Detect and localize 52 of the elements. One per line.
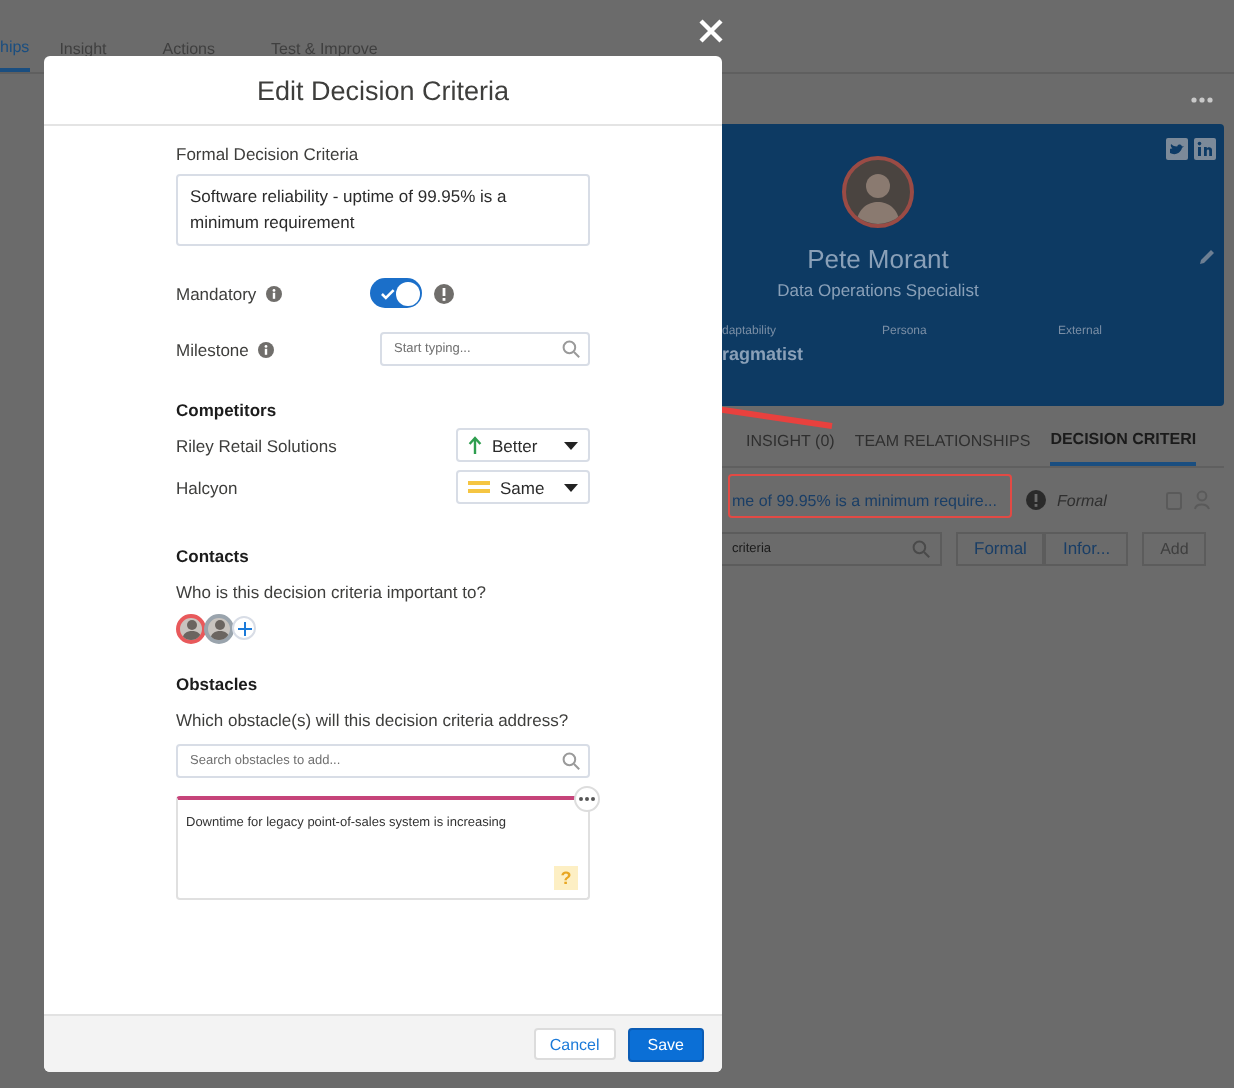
search-icon (912, 539, 930, 557)
avatar[interactable] (176, 614, 206, 644)
criteria-link[interactable]: me of 99.95% is a minimum require... (732, 491, 997, 509)
criteria-type: Formal (1057, 491, 1107, 509)
caret-icon (564, 483, 578, 491)
more-icon[interactable] (1190, 95, 1214, 103)
competitor-name: Halcyon (176, 477, 238, 497)
info-icon[interactable] (266, 285, 283, 301)
bird-icon[interactable] (1166, 138, 1188, 160)
search-icon (562, 340, 580, 358)
cancel-button[interactable]: Cancel (533, 1028, 616, 1060)
equals-icon (468, 480, 490, 494)
section-heading: Obstacles (176, 674, 258, 694)
field-label: Mandatory (176, 283, 257, 303)
field-value: ragmatist (722, 344, 806, 364)
rating-dropdown[interactable]: Same (456, 470, 590, 504)
nav-tab[interactable]: hips (0, 25, 30, 71)
add-contact-button[interactable] (232, 616, 256, 640)
section-heading: Contacts (176, 546, 249, 566)
profile-name: Pete Morant (807, 244, 949, 274)
more-button[interactable] (574, 786, 600, 812)
competitor-name: Riley Retail Solutions (176, 435, 337, 455)
section-heading: Competitors (176, 400, 277, 420)
criteria-textarea[interactable]: Software reliability - uptime of 99.95% is a minimum requirement (176, 174, 590, 246)
question-text: Which obstacle(s) will this decision criteria address? (176, 710, 569, 730)
save-button[interactable]: Save (627, 1027, 704, 1061)
check-icon (380, 287, 396, 299)
filter-button[interactable]: Formal (956, 531, 1045, 565)
warning-icon (434, 283, 455, 303)
search-icon (562, 752, 580, 770)
field-label: Milestone (176, 339, 249, 359)
detail-tab[interactable]: TEAM RELATIONSHIPS (854, 418, 1031, 464)
up-arrow-icon (468, 436, 482, 454)
question-badge: ? (554, 866, 578, 890)
field-label: Formal Decision Criteria (176, 144, 359, 164)
toggle-switch[interactable] (370, 278, 423, 308)
question-text: Who is this decision criteria important to? (176, 582, 486, 602)
filter-button[interactable]: Infor... (1044, 531, 1129, 565)
caret-icon (564, 441, 578, 449)
close-button[interactable] (696, 16, 726, 46)
detail-tab[interactable]: DECISION CRITERI (1050, 416, 1197, 466)
profile-title: Data Operations Specialist (777, 280, 979, 300)
linkedin-icon[interactable] (1194, 138, 1216, 160)
avatar (842, 156, 914, 228)
more-icon (578, 796, 596, 802)
pencil-icon[interactable] (1198, 248, 1216, 266)
info-icon[interactable] (258, 341, 275, 357)
warning-icon (1025, 490, 1045, 510)
dialog-title: Edit Decision Criteria (256, 75, 510, 105)
avatar[interactable] (204, 614, 234, 644)
rating-dropdown[interactable]: Better (456, 428, 590, 462)
detail-tab[interactable]: INSIGHT (0) (746, 418, 835, 464)
